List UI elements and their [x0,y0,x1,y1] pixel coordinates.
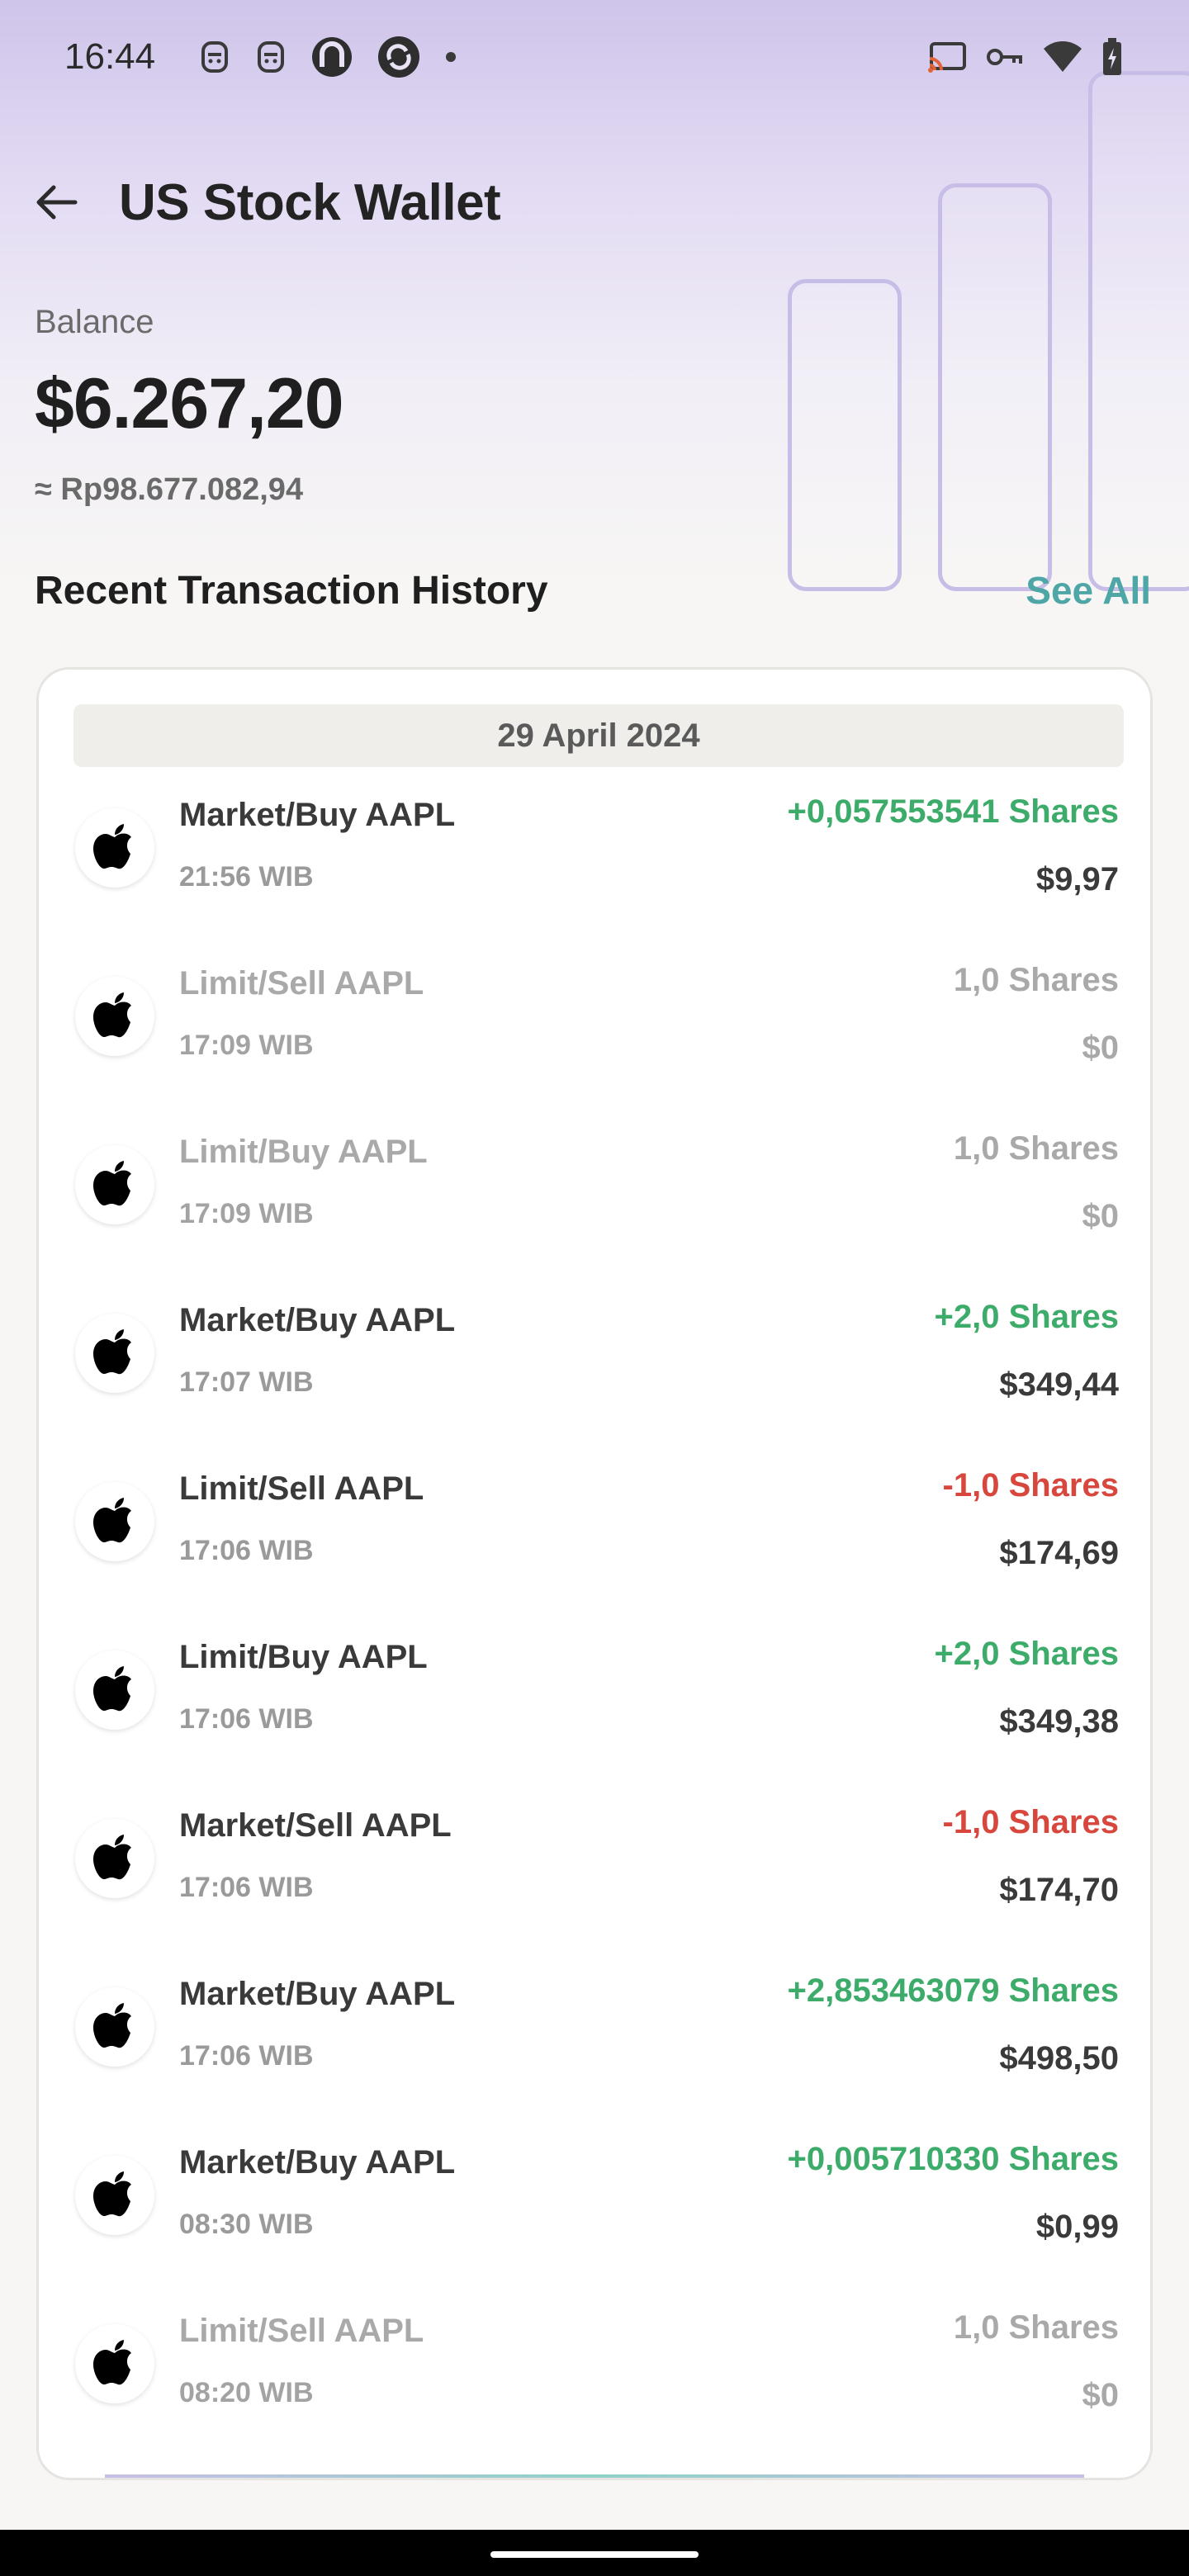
transaction-time: 17:06 WIB [179,1535,314,1566]
stock-logo [75,2156,154,2235]
stock-logo [75,808,154,888]
transaction-time: 08:20 WIB [179,2377,314,2408]
transaction-title: Market/Buy AAPL [179,797,456,833]
notification-icon [254,38,287,80]
transaction-row[interactable]: Limit/Sell AAPL 17:06 WIB -1,0 Shares $174,… [39,1446,1150,1614]
transaction-shares: 1,0 Shares [953,962,1119,998]
transaction-row[interactable]: Limit/Sell AAPL 17:09 WIB 1,0 Shares $0 [39,940,1150,1109]
transaction-title: Market/Buy AAPL [179,1976,456,2012]
transaction-time: 17:06 WIB [179,2040,314,2072]
transaction-shares: 1,0 Shares [953,1130,1119,1167]
back-button[interactable] [30,175,84,230]
apple-logo-icon [93,2003,131,2048]
page-title: US Stock Wallet [119,174,501,231]
apple-logo-icon [93,1161,131,1206]
transaction-row[interactable]: Market/Buy AAPL 17:07 WIB +2,0 Shares $349,… [39,1277,1150,1446]
wifi-icon [1042,40,1083,78]
transaction-amount: $498,50 [999,2040,1119,2076]
transaction-title: Limit/Sell AAPL [179,2313,424,2349]
apple-logo-icon [93,992,131,1038]
transaction-amount: $9,97 [1035,861,1119,897]
battery-charging-icon [1101,38,1123,80]
transaction-title: Limit/Buy AAPL [179,1639,428,1675]
transaction-shares: -1,0 Shares [942,1467,1119,1503]
apple-logo-icon [93,1666,131,1712]
dot-icon [444,50,457,68]
stock-logo [75,1650,154,1730]
transaction-time: 21:56 WIB [179,861,314,893]
transaction-row[interactable]: Limit/Sell AAPL 08:20 WIB 1,0 Shares $0 [39,2288,1150,2456]
transaction-shares: +2,853463079 Shares [787,1972,1119,2009]
transaction-amount: $0 [1082,2377,1120,2413]
home-indicator[interactable] [490,2551,699,2558]
transaction-title: Limit/Sell AAPL [179,1470,424,1507]
transaction-amount: $0 [1082,1198,1120,1234]
transaction-shares: -1,0 Shares [942,1804,1119,1840]
transaction-time: 17:09 WIB [179,1198,314,1229]
system-navigation-bar [0,2530,1189,2576]
section-title: Recent Transaction History [35,569,548,613]
transaction-row[interactable]: Limit/Buy AAPL 17:09 WIB 1,0 Shares $0 [39,1109,1150,1277]
app-icon [310,36,353,83]
transaction-amount: $0,99 [1035,2209,1119,2245]
transaction-shares: +0,005710330 Shares [787,2141,1119,2177]
transaction-title: Market/Buy AAPL [179,2144,456,2181]
app-bar: US Stock Wallet [0,157,1189,248]
arrow-left-icon [36,185,78,220]
apple-logo-icon [93,1835,131,1880]
balance-converted: ≈ Rp98.677.082,94 [35,472,304,507]
transaction-amount: $0 [1082,1030,1120,1066]
cast-icon [926,40,968,78]
transaction-row[interactable]: Limit/Buy AAPL 17:06 WIB +2,0 Shares $349,3… [39,1614,1150,1783]
app-icon [377,35,421,83]
apple-logo-icon [93,2340,131,2385]
apple-logo-icon [93,2171,131,2217]
status-bar: 16:44 [0,0,1189,120]
stock-logo [75,977,154,1056]
transaction-row[interactable]: Market/Buy AAPL 08:30 WIB +0,005710330 Sha… [39,2119,1150,2288]
decorative-bar [788,279,902,591]
transaction-title: Market/Sell AAPL [179,1807,452,1844]
decorative-bar [1088,71,1189,591]
transaction-row[interactable]: Market/Sell AAPL 17:06 WIB -1,0 Shares $174… [39,1783,1150,1951]
transaction-time: 17:06 WIB [179,1703,314,1735]
transaction-amount: $349,44 [999,1366,1119,1403]
apple-logo-icon [93,824,131,869]
apple-logo-icon [93,1498,131,1543]
stock-logo [75,1482,154,1561]
transaction-time: 17:09 WIB [179,1030,314,1061]
stock-logo [75,2324,154,2403]
status-time: 16:44 [64,36,156,77]
transaction-row[interactable]: Market/Buy AAPL 21:56 WIB +0,057553541 Sha… [39,772,1150,940]
transaction-row[interactable]: Market/Buy AAPL 17:06 WIB +2,853463079 Sha… [39,1951,1150,2119]
stock-logo [75,1987,154,2067]
transaction-amount: $174,70 [999,1872,1119,1908]
transaction-shares: +2,0 Shares [934,1636,1120,1672]
transaction-shares: 1,0 Shares [953,2309,1119,2346]
transaction-amount: $349,38 [999,1703,1119,1740]
notification-icon [198,38,231,80]
transaction-history-card: 29 April 2024 Market/Buy AAPL 21:56 WIB +0… [36,667,1153,2480]
transaction-title: Market/Buy AAPL [179,1302,456,1338]
stock-logo [75,1145,154,1224]
vpn-key-icon [986,45,1024,73]
stock-logo [75,1314,154,1393]
transaction-amount: $174,69 [999,1535,1119,1571]
balance-label: Balance [35,304,154,340]
apple-logo-icon [93,1329,131,1375]
stock-logo [75,1819,154,1898]
see-all-link[interactable]: See All [1026,568,1151,613]
card-divider [105,2474,1084,2478]
date-header: 29 April 2024 [73,704,1124,767]
transaction-title: Limit/Sell AAPL [179,965,424,1002]
transaction-time: 17:07 WIB [179,1366,314,1398]
transaction-time: 08:30 WIB [179,2209,314,2240]
transaction-shares: +2,0 Shares [934,1299,1120,1335]
transaction-time: 17:06 WIB [179,1872,314,1903]
transaction-title: Limit/Buy AAPL [179,1134,428,1170]
balance-value: $6.267,20 [35,364,344,443]
transaction-shares: +0,057553541 Shares [787,793,1119,830]
